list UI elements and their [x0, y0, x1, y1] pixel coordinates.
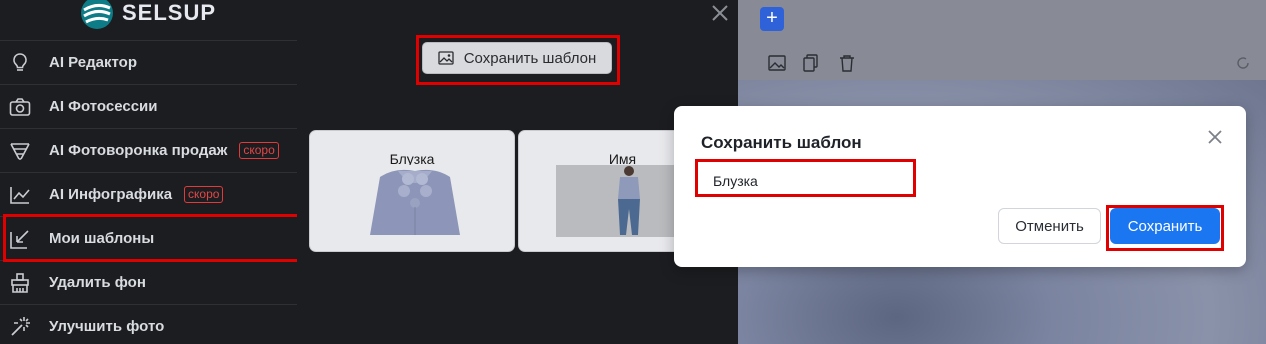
add-layer-button[interactable]: + — [760, 7, 784, 31]
trash-icon[interactable] — [838, 54, 856, 72]
highlight-save-template-button — [416, 35, 620, 85]
sidebar-item-label: AI Редактор — [49, 54, 137, 71]
sidebar-item-remove-background[interactable]: Удалить фон — [0, 260, 297, 304]
sidebar-item-label: AI Инфографика — [49, 186, 173, 203]
sidebar-item-ai-funnel[interactable]: AI Фотоворонка продаж скоро — [0, 128, 297, 172]
sidebar: SELSUP AI Редактор AI Фотосессии AI Фото… — [0, 0, 303, 344]
funnel-icon — [8, 139, 32, 163]
magic-wand-icon — [8, 315, 32, 339]
sidebar-item-ai-infographics[interactable]: AI Инфографика скоро — [0, 172, 297, 216]
lightbulb-icon — [8, 51, 32, 75]
dialog-title: Сохранить шаблон — [701, 133, 862, 152]
cancel-button[interactable]: Отменить — [998, 208, 1101, 244]
sidebar-item-ai-editor[interactable]: AI Редактор — [0, 40, 297, 84]
coming-soon-badge: скоро — [184, 186, 224, 203]
editor-toolbar: + — [738, 0, 1266, 80]
sidebar-item-enhance-photo[interactable]: Улучшить фото — [0, 304, 297, 344]
highlight-save-button — [1106, 205, 1224, 251]
close-dialog-icon[interactable] — [1206, 128, 1224, 146]
sidebar-item-ai-photoshoots[interactable]: AI Фотосессии — [0, 84, 297, 128]
selsup-logo-icon — [81, 0, 113, 29]
highlight-template-name-input — [695, 159, 916, 197]
close-panel-icon[interactable] — [711, 4, 729, 22]
line-chart-icon — [8, 183, 32, 207]
blouse-thumbnail — [360, 165, 470, 237]
brush-icon — [8, 271, 32, 295]
brand-name: SELSUP — [122, 0, 217, 25]
sidebar-item-label: Удалить фон — [49, 274, 146, 291]
copy-icon[interactable] — [802, 54, 820, 72]
brand-logo: SELSUP — [78, 0, 216, 34]
coming-soon-badge: скоро — [239, 142, 279, 159]
sidebar-item-label: AI Фотосессии — [49, 98, 158, 115]
sidebar-item-label: Улучшить фото — [49, 318, 165, 335]
model-thumbnail — [556, 165, 686, 237]
highlight-my-templates — [3, 214, 303, 262]
sidebar-item-label: AI Фотоворонка продаж — [49, 142, 228, 159]
image-icon[interactable] — [768, 54, 786, 72]
template-card-blouse[interactable]: Блузка — [309, 130, 515, 252]
camera-icon — [8, 95, 32, 119]
refresh-icon[interactable] — [1234, 54, 1252, 72]
